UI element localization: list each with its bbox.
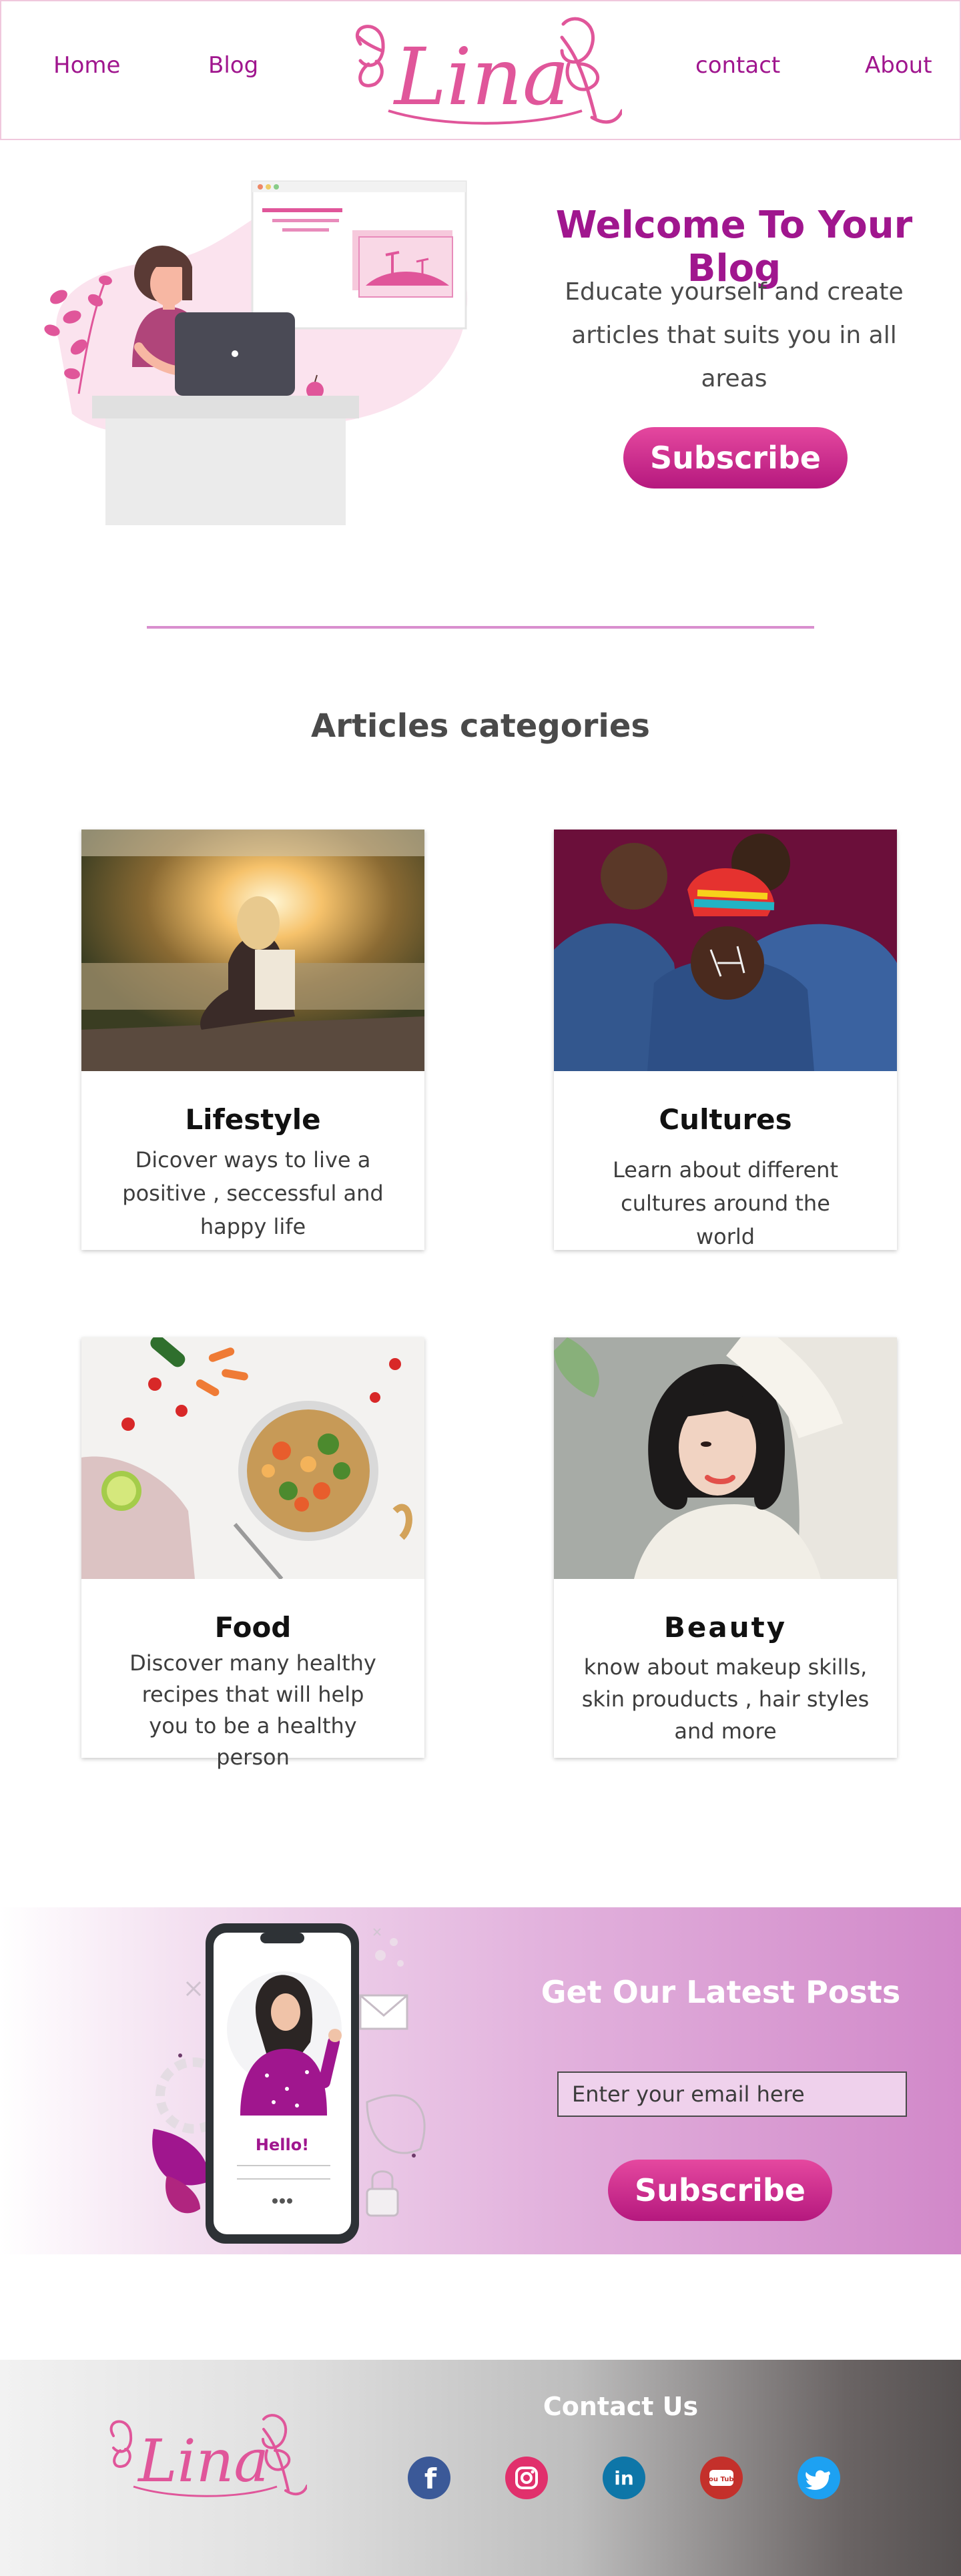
svg-text:in: in — [614, 2467, 634, 2489]
contact-title: Contact Us — [543, 2392, 699, 2421]
food-photo — [81, 1337, 424, 1579]
instagram-icon[interactable] — [505, 2457, 548, 2499]
twitter-icon[interactable] — [797, 2457, 840, 2499]
card-title: Beauty — [663, 1611, 787, 1644]
cultures-photo — [554, 830, 897, 1071]
category-card-cultures[interactable]: Cultures Learn about different cultures … — [554, 830, 897, 1250]
svg-text:You Tube: You Tube — [704, 2476, 739, 2483]
logo-text: Lina — [393, 31, 569, 123]
nav-home-link[interactable]: Home — [53, 52, 120, 79]
category-card-food[interactable]: Food Discover many healthy recipes that … — [81, 1337, 424, 1770]
hero-description: Educate yourself and create articles tha… — [565, 278, 904, 392]
card-title: Lifestyle — [185, 1103, 321, 1136]
svg-text:f: f — [424, 2463, 437, 2495]
card-title: Cultures — [659, 1103, 792, 1136]
lifestyle-photo — [81, 830, 424, 1071]
section-divider — [147, 626, 814, 629]
categories-title: Articles categories — [311, 707, 650, 745]
site-header: Home Blog contact About Lina — [0, 0, 961, 140]
card-title: Food — [214, 1611, 292, 1644]
category-card-lifestyle[interactable]: Lifestyle Dicover ways to live a positiv… — [81, 830, 424, 1250]
nav-blog-link[interactable]: Blog — [208, 52, 258, 79]
card-description: know about makeup skills, skin prouducts… — [581, 1654, 870, 1744]
hero-illustration — [32, 167, 493, 527]
linkedin-icon[interactable]: in — [603, 2457, 645, 2499]
phone-hello-text: Hello! — [256, 2136, 309, 2154]
phone-illustration: Hello! — [127, 1909, 460, 2249]
newsletter-subscribe-button[interactable]: Subscribe — [608, 2160, 832, 2221]
hero-subscribe-button[interactable]: Subscribe — [623, 427, 848, 489]
youtube-icon[interactable]: You Tube — [700, 2457, 743, 2499]
card-description: Discover many healthy recipes that will … — [129, 1650, 376, 1770]
footer-logo-text: Lina — [137, 2427, 269, 2495]
footer-logo[interactable]: Lina — [100, 2409, 308, 2503]
email-input[interactable] — [557, 2071, 907, 2117]
facebook-icon[interactable]: f — [408, 2457, 450, 2499]
beauty-photo — [554, 1337, 897, 1579]
nav-contact-link[interactable]: contact — [695, 52, 780, 79]
card-description: Dicover ways to live a positive , secces… — [122, 1147, 384, 1239]
category-card-beauty[interactable]: Beauty know about makeup skills, skin pr… — [554, 1337, 897, 1758]
card-description: Learn about different cultures around th… — [612, 1157, 838, 1249]
site-logo[interactable]: Lina — [342, 11, 624, 131]
newsletter-title: Get Our Latest Posts — [541, 1974, 901, 2010]
nav-about-link[interactable]: About — [865, 52, 932, 79]
